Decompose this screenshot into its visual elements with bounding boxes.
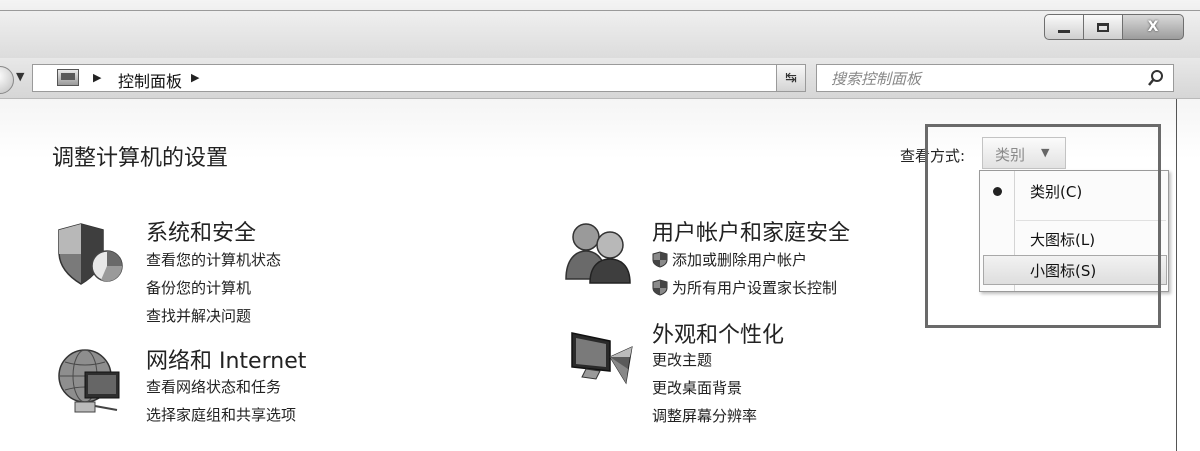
link-backup-computer[interactable]: 备份您的计算机 [146, 277, 251, 298]
breadcrumb-arrow-icon[interactable]: ▶ [191, 71, 199, 84]
uac-shield-icon [652, 279, 668, 296]
link-label: 为所有用户设置家长控制 [672, 279, 838, 297]
users-icon[interactable] [564, 219, 636, 285]
link-add-remove-accounts[interactable]: 添加或删除用户帐户 [652, 249, 807, 270]
view-by-selected: 类别 [995, 146, 1026, 164]
menu-item-large-icons[interactable]: 大图标(L) [980, 225, 1168, 255]
link-troubleshoot[interactable]: 查找并解决问题 [146, 305, 251, 326]
page-title: 调整计算机的设置 [52, 146, 229, 171]
control-panel-icon [57, 69, 79, 86]
search-box[interactable] [816, 64, 1174, 92]
window-title-bar: X [0, 0, 1200, 59]
view-by-label: 查看方式: [900, 147, 966, 165]
address-bar[interactable]: ▶ 控制面板 ▶ ▼ [32, 64, 802, 92]
chevron-down-icon: ▼ [1041, 146, 1050, 159]
link-homegroup-sharing[interactable]: 选择家庭组和共享选项 [146, 404, 296, 425]
close-icon: X [1147, 19, 1159, 35]
category-title-appearance[interactable]: 外观和个性化 [652, 317, 784, 349]
back-button[interactable] [0, 66, 14, 94]
menu-item-small-icons[interactable]: 小图标(S) [983, 255, 1167, 285]
refresh-button[interactable]: ↹ [776, 64, 806, 92]
window-controls: X [1044, 14, 1184, 42]
maximize-icon [1097, 22, 1109, 32]
link-label: 添加或删除用户帐户 [672, 251, 808, 269]
minimize-icon [1058, 29, 1070, 33]
link-view-computer-status[interactable]: 查看您的计算机状态 [146, 249, 281, 270]
refresh-icon: ↹ [785, 70, 797, 86]
title-bar-edge [0, 10, 1200, 11]
network-globe-icon[interactable] [55, 346, 127, 416]
window-right-border [1176, 99, 1177, 451]
link-adjust-resolution[interactable]: 调整屏幕分辨率 [652, 405, 757, 426]
category-title-system-security[interactable]: 系统和安全 [146, 215, 256, 247]
uac-shield-icon [652, 251, 668, 268]
maximize-button[interactable] [1083, 14, 1123, 40]
menu-item-label: 类别(C) [1030, 183, 1083, 201]
recent-pages-chevron-icon[interactable]: ▼ [16, 70, 24, 83]
link-change-theme[interactable]: 更改主题 [652, 349, 712, 370]
view-by-menu: 类别(C) 大图标(L) 小图标(S) [979, 170, 1169, 292]
radio-selected-icon [993, 187, 1002, 196]
main-content: 调整计算机的设置 查看方式: 类别 ▼ 类别(C) 大图标(L) 小图标(S) … [0, 99, 1200, 451]
minimize-button[interactable] [1044, 14, 1084, 40]
menu-item-category[interactable]: 类别(C) [980, 177, 1168, 207]
navigation-bar: ▼ ▶ 控制面板 ▶ ▼ ↹ [0, 58, 1200, 99]
close-button[interactable]: X [1122, 14, 1184, 40]
link-change-desktop-background[interactable]: 更改桌面背景 [652, 377, 742, 398]
view-by-dropdown[interactable]: 类别 ▼ [982, 137, 1066, 169]
shield-icon[interactable] [55, 222, 127, 286]
monitor-personalize-icon[interactable] [566, 327, 638, 393]
category-title-user-accounts[interactable]: 用户帐户和家庭安全 [652, 215, 850, 247]
link-parental-controls[interactable]: 为所有用户设置家长控制 [652, 277, 837, 298]
search-icon[interactable] [1147, 69, 1165, 87]
category-title-network[interactable]: 网络和 Internet [146, 343, 306, 375]
menu-item-label: 小图标(S) [1030, 262, 1097, 280]
menu-item-label: 大图标(L) [1030, 231, 1096, 249]
search-input[interactable] [829, 67, 1133, 91]
link-network-status[interactable]: 查看网络状态和任务 [146, 376, 281, 397]
breadcrumb-arrow-icon[interactable]: ▶ [93, 71, 101, 84]
menu-divider [1016, 220, 1166, 221]
breadcrumb-control-panel[interactable]: 控制面板 [118, 68, 182, 92]
